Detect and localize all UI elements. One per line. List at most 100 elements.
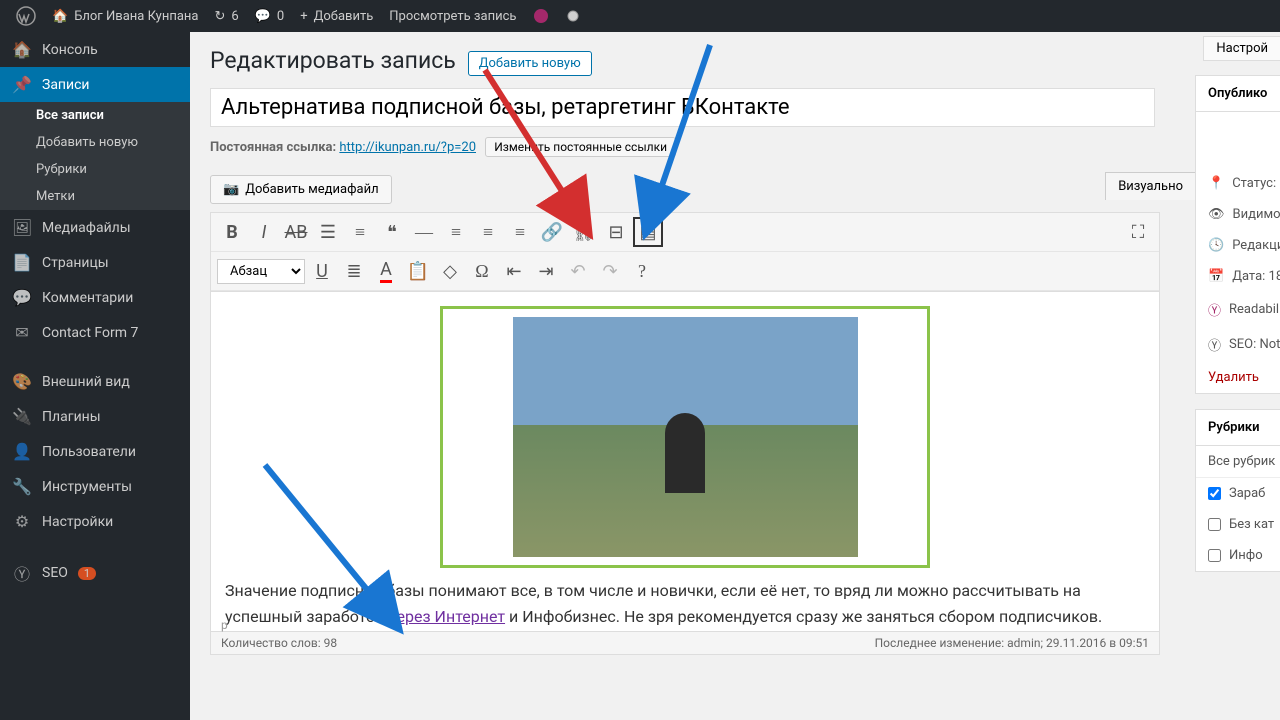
menu-users[interactable]: 👤Пользователи [0,434,190,469]
screen-options-tab[interactable]: Настрой [1203,36,1280,61]
comments-link[interactable]: 💬 0 [247,0,293,32]
help-button[interactable]: ? [627,256,657,286]
content-link[interactable]: через Интернет [388,607,505,626]
submenu-add-post[interactable]: Добавить новую [0,129,190,156]
pin-icon: 📌 [12,75,32,94]
adminbar-dot[interactable] [558,0,588,32]
seo-icon: Ⓨ [1208,335,1221,354]
redo-button[interactable]: ↷ [595,256,625,286]
align-left-button[interactable]: ≡ [441,217,471,247]
italic-button[interactable]: I [249,217,279,247]
menu-appearance[interactable]: 🎨Внешний вид [0,364,190,399]
indent-button[interactable]: ⇥ [531,256,561,286]
strike-button[interactable]: AB [281,217,311,247]
ol-button[interactable]: ≡ [345,217,375,247]
add-media-button[interactable]: 📷 Добавить медиафайл [210,175,392,204]
page-heading: Редактировать запись [210,47,456,74]
yoast-menu-icon: Ⓨ [12,561,32,585]
change-permalink-button[interactable]: Изменить постоянные ссылки [485,137,676,157]
site-name: Блог Ивана Кунпана [74,9,198,24]
wp-logo[interactable] [8,0,44,32]
cat-check-3[interactable] [1208,549,1221,562]
clearformat-button[interactable]: ◇ [435,256,465,286]
submenu-all-posts[interactable]: Все записи [0,102,190,129]
ul-button[interactable]: ☰ [313,217,343,247]
comments-count: 0 [277,9,284,24]
editor-area[interactable]: Значение подписной базы понимают все, в … [210,292,1160,632]
brush-icon: 🎨 [12,372,32,391]
menu-pages[interactable]: 📄Страницы [0,245,190,280]
updates-link[interactable]: ↻ 6 [206,0,246,32]
special-char-button[interactable]: Ω [467,256,497,286]
addnew-link[interactable]: + Добавить [292,0,381,32]
menu-plugins[interactable]: 🔌Плагины [0,399,190,434]
hr-button[interactable]: — [409,217,439,247]
align-center-button[interactable]: ≡ [473,217,503,247]
menu-settings[interactable]: ⚙Настройки [0,504,190,539]
users-icon: 👤 [12,442,32,461]
lastmod: Последнее изменение: admin; 29.11.2016 в… [875,636,1149,650]
undo-button[interactable]: ↶ [563,256,593,286]
selected-image-frame[interactable] [440,306,930,568]
cats-tab-all[interactable]: Все рубрик [1208,454,1275,469]
link-button[interactable]: 🔗 [537,217,567,247]
media-icon: 🖼 [12,218,32,237]
menu-seo[interactable]: ⓎSEO 1 [0,553,190,593]
calendar-icon: 📅 [1208,269,1224,284]
bold-button[interactable]: B [217,217,247,247]
delete-link[interactable]: Удалить [1196,362,1280,393]
site-link[interactable]: 🏠 Блог Ивана Кунпана [44,0,206,32]
format-select[interactable]: Абзац [217,259,305,284]
readability-icon: Ⓨ [1208,300,1221,319]
tools-icon: 🔧 [12,477,32,496]
submenu-tags[interactable]: Метки [0,183,190,210]
viewpost-link[interactable]: Просмотреть запись [381,0,524,32]
menu-comments[interactable]: 💬Комментарии [0,280,190,315]
unlink-button[interactable]: ⛓ [569,217,599,247]
refresh-icon: ↻ [214,9,225,24]
home-icon: 🏠 [52,9,68,24]
cat-check-1[interactable] [1208,487,1221,500]
yoast-adminbar[interactable] [524,0,558,32]
wordcount: Количество слов: 98 [221,636,337,650]
menu-dashboard[interactable]: 🏠Консоль [0,32,190,67]
post-title-input[interactable] [210,88,1155,127]
menu-tools[interactable]: 🔧Инструменты [0,469,190,504]
more-button[interactable]: ⊟ [601,217,631,247]
tab-visual[interactable]: Визуально [1105,172,1196,200]
justify-button[interactable]: ≣ [339,256,369,286]
toolbar-toggle-button[interactable]: ▤ [633,217,663,247]
textcolor-button[interactable]: A [371,256,401,286]
updates-count: 6 [231,9,238,24]
submenu-categories[interactable]: Рубрики [0,156,190,183]
outdent-button[interactable]: ⇤ [499,256,529,286]
dashboard-icon: 🏠 [12,40,32,59]
plugin-icon: 🔌 [12,407,32,426]
seo-badge: 1 [78,567,96,580]
menu-posts[interactable]: 📌Записи [0,67,190,102]
camera-icon: 📷 [223,182,239,197]
content-paragraph: Значение подписной базы понимают все, в … [225,578,1145,632]
menu-cf7[interactable]: ✉Contact Form 7 [0,315,190,350]
quote-button[interactable]: ❝ [377,217,407,247]
fullscreen-button[interactable]: ⛶ [1123,217,1153,247]
path-indicator: р [221,618,228,632]
categories-box: Рубрики Все рубрик Зараб Без кат Инфо [1195,409,1280,572]
cat-check-2[interactable] [1208,518,1221,531]
eye-icon: 👁 [1208,207,1225,222]
comments-icon: 💬 [12,288,32,307]
permalink-link[interactable]: http://ikunpan.ru/?p=20 [339,140,476,155]
paste-button[interactable]: 📋 [403,256,433,286]
underline-button[interactable]: U [307,256,337,286]
settings-icon: ⚙ [12,512,32,531]
addnew-button[interactable]: Добавить новую [468,51,592,76]
clock-icon: 🕓 [1208,238,1224,253]
comment-icon: 💬 [255,9,271,24]
yoast-icon [532,7,550,25]
plus-icon: + [300,9,307,24]
menu-media[interactable]: 🖼Медиафайлы [0,210,190,245]
align-right-button[interactable]: ≡ [505,217,535,247]
publish-box: Опублико 📍Статус: О 👁Видимос 🕓Редакци 📅Д… [1195,75,1280,394]
pin-icon: 📍 [1208,176,1224,191]
permalink-row: Постоянная ссылка: http://ikunpan.ru/?p=… [210,137,1260,157]
